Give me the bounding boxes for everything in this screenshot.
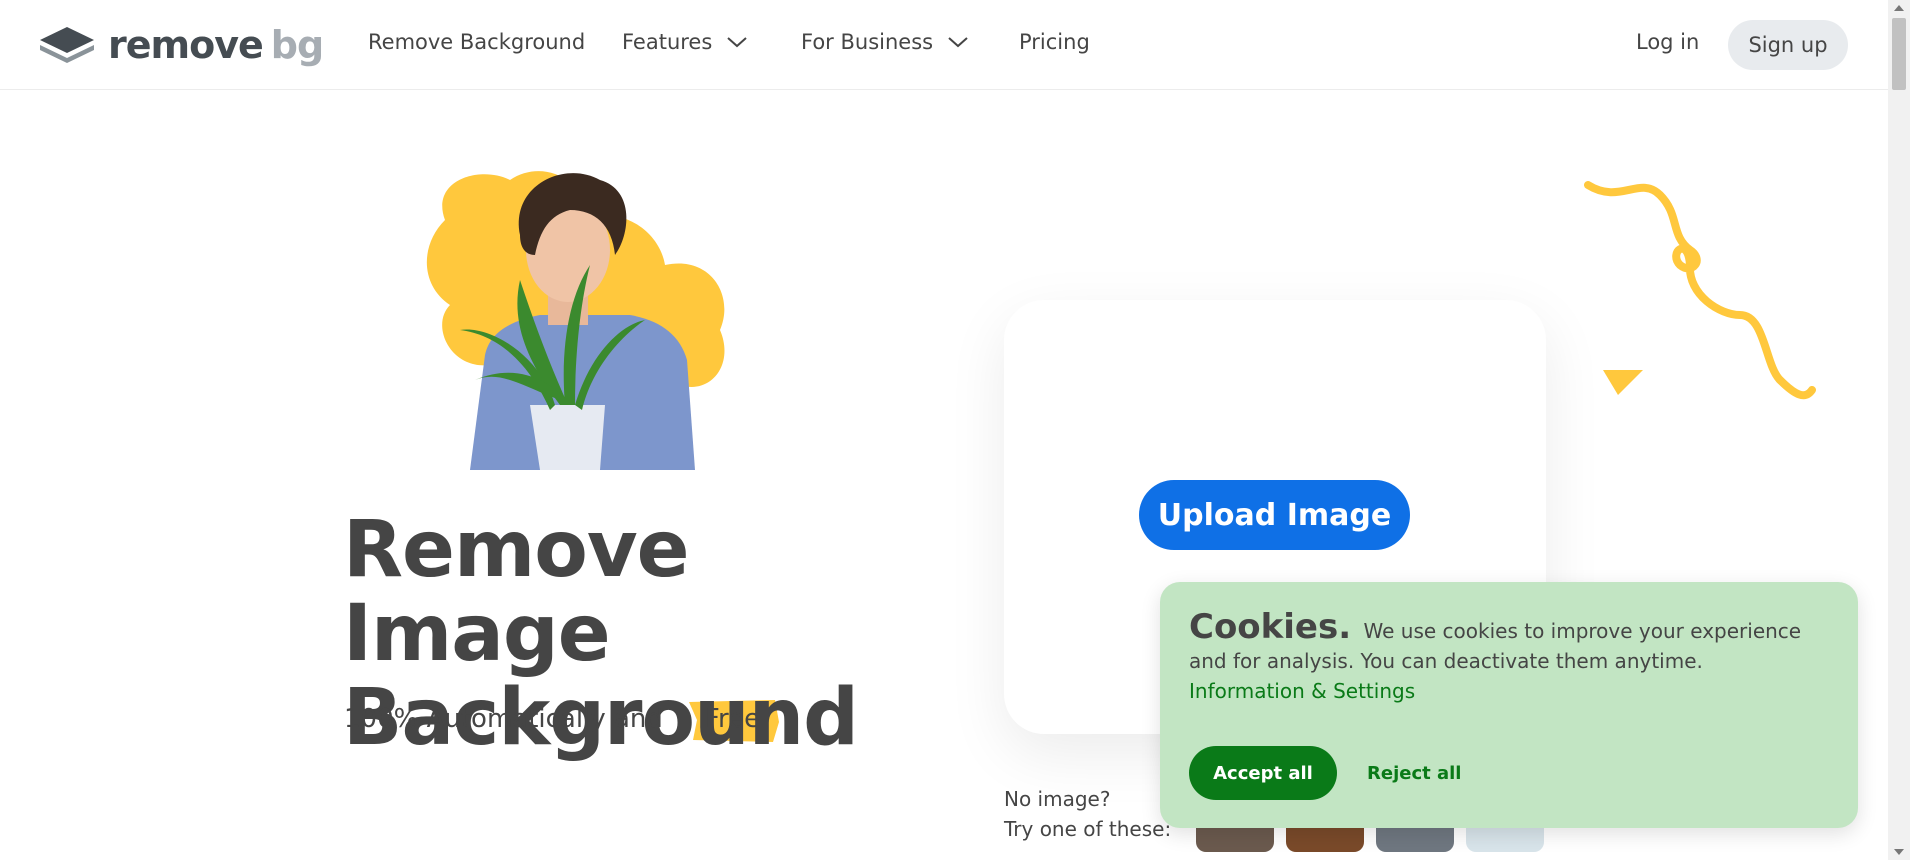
nav-link-label: For Business [801, 30, 934, 54]
top-navigation: remove bg Remove Background Features For … [0, 0, 1888, 90]
scrollbar[interactable] [1888, 0, 1910, 860]
chevron-down-icon [948, 37, 968, 48]
hero-person-image [426, 171, 725, 470]
scroll-down-arrow-icon[interactable] [1894, 849, 1904, 855]
logo-icon [40, 27, 94, 63]
free-label: Free [704, 704, 761, 734]
subtitle: 100% Automatically and Free [344, 700, 779, 742]
nav-features[interactable]: Features [622, 30, 748, 54]
no-image-line-2: Try one of these: [1004, 817, 1172, 841]
chevron-down-icon [727, 37, 747, 48]
title-line-1: Remove Image [343, 505, 690, 679]
squiggle-decoration-icon [1584, 181, 1816, 400]
cookie-text: Cookies. We use cookies to improve your … [1189, 610, 1819, 706]
no-image-prompt: No image? Try one of these: [1004, 784, 1171, 844]
free-badge: Free [687, 700, 779, 742]
upload-image-button[interactable]: Upload Image [1139, 480, 1410, 550]
nav-link-label: Pricing [1019, 30, 1090, 54]
accept-all-button[interactable]: Accept all [1189, 746, 1337, 800]
cookie-title: Cookies. [1189, 607, 1352, 647]
no-image-line-1: No image? [1004, 787, 1111, 811]
nav-pricing[interactable]: Pricing [1019, 30, 1090, 54]
logo-text: remove bg [108, 23, 324, 67]
scroll-thumb[interactable] [1892, 18, 1906, 90]
nav-link-label: Remove Background [368, 30, 586, 54]
subtitle-text: 100% Automatically and [344, 704, 663, 734]
nav-link-label: Features [622, 30, 713, 54]
signup-button[interactable]: Sign up [1728, 20, 1848, 70]
logo[interactable]: remove bg [38, 22, 324, 68]
cookie-settings-link[interactable]: Information & Settings [1189, 679, 1415, 703]
nav-remove-background[interactable]: Remove Background [368, 30, 585, 54]
scroll-up-arrow-icon[interactable] [1894, 5, 1904, 11]
login-link[interactable]: Log in [1636, 30, 1699, 54]
nav-for-business[interactable]: For Business [801, 30, 969, 54]
reject-all-button[interactable]: Reject all [1367, 763, 1461, 784]
cookie-banner: Cookies. We use cookies to improve your … [1160, 582, 1858, 828]
